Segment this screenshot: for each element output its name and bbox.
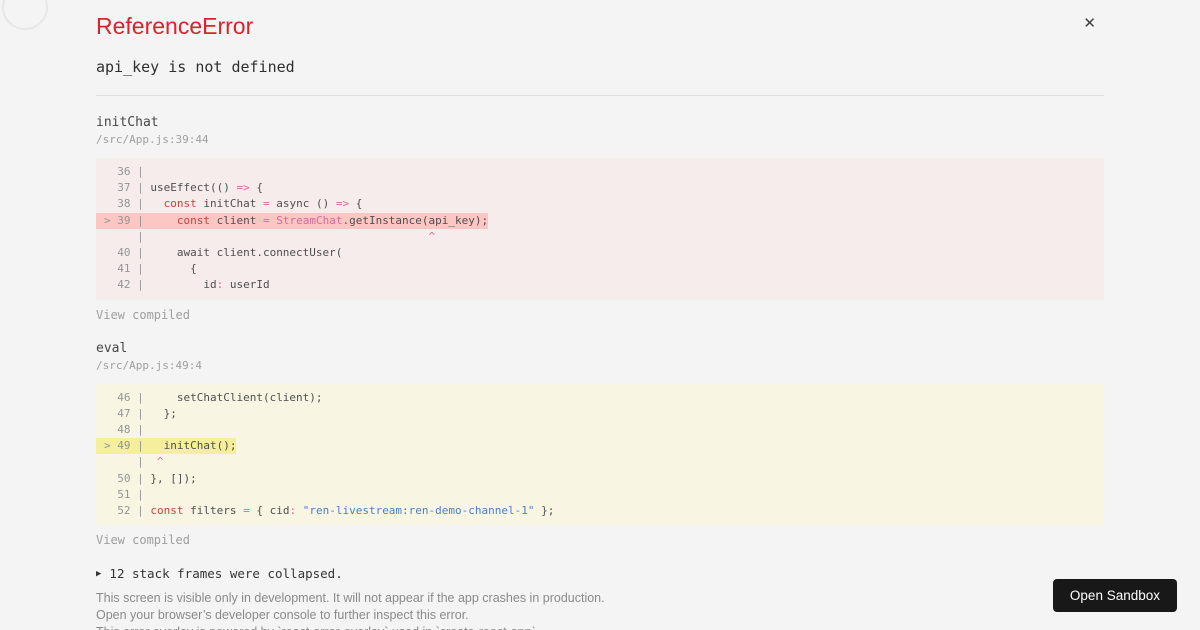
- line-number: 40 |: [104, 246, 151, 260]
- footer-note: This error overlay is powered by `react-…: [96, 624, 1104, 630]
- code-segment: {: [349, 197, 363, 211]
- code-block: 46 | setChatClient(client); 47 | }; 48 |…: [96, 383, 1104, 526]
- line-number: 50 |: [104, 471, 151, 485]
- line-number: 41 |: [104, 262, 151, 276]
- line-number: > 49 |: [104, 439, 151, 453]
- code-segment: initChat: [196, 197, 263, 211]
- line-number: 46 |: [104, 390, 151, 404]
- code-segment: const: [176, 213, 210, 227]
- open-sandbox-button[interactable]: Open Sandbox: [1052, 579, 1177, 612]
- footer-note: Open your browser’s developer console to…: [96, 608, 469, 623]
- code-segment: userId: [223, 278, 270, 292]
- code-line: 46 | setChatClient(client);: [96, 390, 323, 406]
- code-line: 47 | };: [96, 406, 177, 422]
- expand-arrow-icon: ▶: [96, 568, 102, 579]
- line-number: > 39 |: [104, 213, 151, 227]
- code-segment: initChat();: [150, 439, 237, 453]
- code-segment: =: [262, 197, 270, 211]
- stack-frames: initChat/src/App.js:39:44 36 | 37 | useE…: [96, 115, 1104, 547]
- line-number: 38 |: [104, 197, 151, 211]
- code-line: 42 | id: userId: [96, 277, 270, 293]
- code-segment: ^: [156, 455, 164, 469]
- code-line: 50 | }, []);: [96, 471, 197, 487]
- code-segment: await client.connectUser(: [150, 246, 343, 260]
- code-line: 48 |: [96, 422, 150, 438]
- line-number: 36 |: [104, 165, 151, 178]
- code-segment: "ren-livestream:ren-demo-channel-1": [302, 504, 535, 518]
- close-icon[interactable]: ✕: [1083, 16, 1096, 31]
- view-compiled-link[interactable]: View compiled: [96, 308, 190, 322]
- error-message: api_key is not defined: [96, 58, 295, 76]
- divider: [96, 95, 1104, 96]
- code-segment: .getInstance(api_key);: [342, 213, 489, 227]
- code-line: 51 |: [96, 487, 150, 503]
- code-segment: StreamChat: [276, 213, 343, 227]
- line-number: 48 |: [104, 423, 151, 437]
- line-number: 52 |: [104, 504, 151, 518]
- code-segment: id: [150, 278, 217, 292]
- collapsed-frames-label: 12 stack frames were collapsed.: [109, 566, 343, 582]
- background-spinner-arc: [2, 0, 48, 30]
- line-number: 42 |: [104, 278, 151, 292]
- frame-function-name: eval: [96, 340, 128, 356]
- line-number: |: [104, 455, 151, 469]
- code-line: 37 | useEffect(() => {: [96, 180, 263, 196]
- code-segment: };: [150, 406, 177, 420]
- frame-location: /src/App.js:49:4: [96, 358, 202, 372]
- code-segment: const: [150, 504, 184, 518]
- error-title: ReferenceError: [96, 13, 254, 39]
- code-segment: const: [163, 197, 197, 211]
- code-line: 38 | const initChat = async () => {: [96, 196, 362, 212]
- frame-function-name: initChat: [96, 115, 159, 130]
- footer-note: This screen is visible only in developme…: [96, 591, 605, 606]
- code-segment: }, []);: [150, 471, 197, 485]
- code-line: 41 | {: [96, 261, 197, 277]
- code-segment: =>: [335, 197, 350, 211]
- code-segment: =: [243, 504, 250, 518]
- code-segment: =: [262, 213, 270, 227]
- code-line: | ^: [96, 454, 164, 470]
- code-segment: async (): [269, 197, 336, 211]
- code-block: 36 | 37 | useEffect(() => { 38 | const i…: [96, 158, 1104, 300]
- line-number: 51 |: [104, 487, 151, 501]
- line-number: 47 |: [104, 406, 151, 420]
- footer-notes: This screen is visible only in developme…: [96, 590, 1104, 630]
- code-line: > 39 | const client = StreamChat.getInst…: [96, 212, 489, 229]
- frame-location: /src/App.js:39:44: [96, 133, 209, 146]
- code-segment: {: [249, 181, 263, 195]
- stack-frame: eval/src/App.js:49:4 46 | setChatClient(…: [96, 340, 1104, 547]
- code-segment: {: [150, 262, 197, 276]
- code-line: 52 | const filters = { cid: "ren-livestr…: [96, 503, 554, 519]
- code-segment: =>: [236, 181, 250, 195]
- code-line: > 49 | initChat();: [96, 438, 237, 455]
- code-line: 36 |: [96, 164, 150, 180]
- code-segment: useEffect((): [150, 181, 237, 195]
- code-segment: filters: [183, 504, 244, 518]
- collapsed-frames-toggle[interactable]: ▶ 12 stack frames were collapsed.: [96, 566, 1104, 581]
- error-overlay: ✕ ReferenceError api_key is not defined …: [0, 0, 1200, 630]
- code-segment: setChatClient(client);: [150, 390, 323, 404]
- line-number: |: [104, 229, 151, 243]
- code-line: 40 | await client.connectUser(: [96, 245, 342, 261]
- code-segment: { cid: [249, 504, 290, 518]
- stack-frame: initChat/src/App.js:39:44 36 | 37 | useE…: [96, 115, 1104, 322]
- code-line: | ^: [96, 229, 435, 245]
- code-segment: ^: [428, 229, 436, 243]
- line-number: 37 |: [104, 181, 151, 195]
- view-compiled-link[interactable]: View compiled: [96, 533, 190, 547]
- code-segment: client: [209, 213, 263, 227]
- code-segment: };: [534, 504, 555, 518]
